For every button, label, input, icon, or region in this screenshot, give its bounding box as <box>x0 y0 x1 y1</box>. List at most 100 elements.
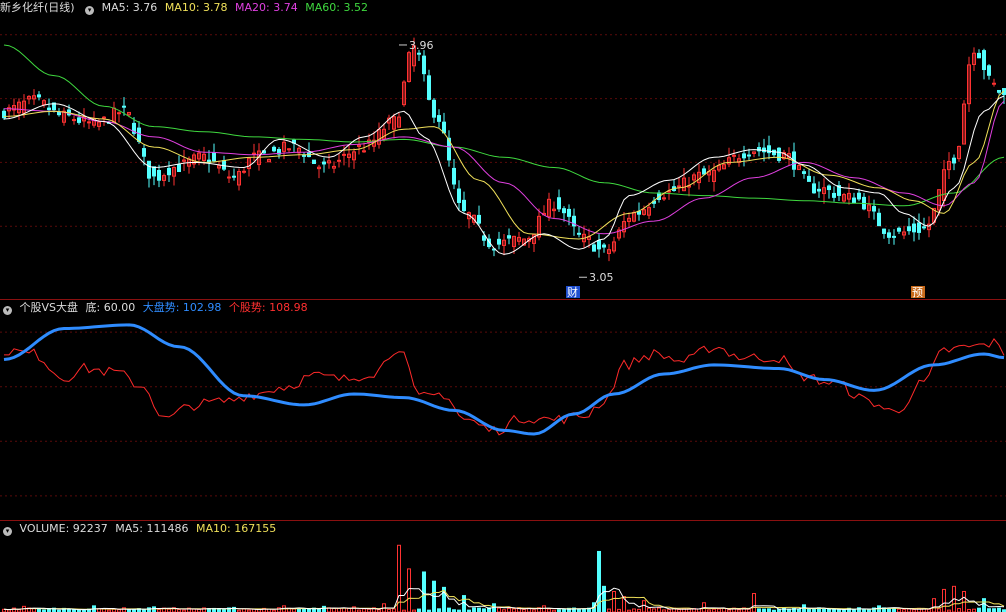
up-volume-bar <box>957 608 961 612</box>
down-candle <box>567 208 571 217</box>
down-candle <box>827 185 831 191</box>
down-candle <box>167 167 171 176</box>
down-candle <box>557 197 561 210</box>
up-volume-bar <box>932 598 936 612</box>
up-candle <box>242 170 246 173</box>
up-volume-bar <box>647 607 651 612</box>
indicator-header: ▾ 个股VS大盘 底: 60.00 大盘势: 102.98 个股势: 108.9… <box>0 300 312 316</box>
up-candle <box>117 112 121 115</box>
down-candle <box>272 146 276 152</box>
up-volume-bar <box>332 607 336 612</box>
down-candle <box>497 238 501 245</box>
down-candle <box>852 197 856 204</box>
up-candle <box>342 153 346 156</box>
down-candle <box>232 175 236 178</box>
down-volume-bar <box>322 605 326 612</box>
up-candle <box>677 185 681 188</box>
down-candle <box>47 107 51 111</box>
down-volume-bar <box>977 607 981 612</box>
down-candle <box>577 232 581 235</box>
collapse-toggle-icon[interactable]: ▾ <box>3 306 12 315</box>
down-candle <box>37 94 41 98</box>
down-candle <box>147 160 151 179</box>
down-candle <box>997 89 1001 93</box>
down-candle <box>142 148 146 157</box>
down-candle <box>892 235 896 238</box>
up-volume-bar <box>752 593 756 612</box>
down-candle <box>422 55 426 75</box>
down-volume-bar <box>982 598 986 612</box>
up-volume-bar <box>657 607 661 612</box>
low-label: 3.05 <box>589 271 614 284</box>
up-candle <box>227 176 231 179</box>
down-candle <box>877 212 881 227</box>
down-volume-bar <box>147 607 151 612</box>
down-candle <box>952 157 956 164</box>
down-candle <box>322 161 326 165</box>
down-candle <box>742 153 746 159</box>
volume-value: VOLUME: 92237 <box>19 522 108 535</box>
up-candle <box>102 116 106 119</box>
volume-ma5-value: MA5: 111486 <box>115 522 189 535</box>
collapse-toggle-icon[interactable]: ▾ <box>3 527 12 536</box>
down-candle <box>832 192 836 198</box>
down-candle <box>597 240 601 250</box>
down-candle <box>462 199 466 212</box>
down-candle <box>907 226 911 232</box>
down-volume-bar <box>997 607 1001 612</box>
price-header: 新乡化纤(日线) ▾ MA5: 3.76 MA10: 3.78 MA20: 3.… <box>0 0 372 16</box>
down-candle <box>562 208 566 214</box>
down-volume-bar <box>857 607 861 612</box>
bottom-value: 底: 60.00 <box>85 301 136 314</box>
down-candle <box>417 52 421 55</box>
up-volume-bar <box>642 600 646 612</box>
down-candle <box>777 147 781 161</box>
up-volume-bar <box>612 590 616 612</box>
down-candle <box>602 244 606 248</box>
volume-ma10-value: MA10: 167155 <box>195 522 277 535</box>
down-candle <box>922 226 926 229</box>
down-candle <box>857 192 861 200</box>
down-candle <box>747 154 751 157</box>
down-candle <box>897 227 901 232</box>
indicator-name: 个股VS大盘 <box>19 301 79 314</box>
down-candle <box>77 117 81 123</box>
ma60-value: MA60: 3.52 <box>305 1 368 14</box>
down-candle <box>817 188 821 192</box>
down-candle <box>452 167 456 185</box>
down-candle <box>222 160 226 170</box>
volume-panel: ▾ VOLUME: 92237 MA5: 111486 MA10: 167155 <box>0 521 1006 612</box>
down-candle <box>477 214 481 224</box>
down-candle <box>592 244 596 252</box>
market-trend-line <box>3 323 1005 436</box>
down-candle <box>507 235 511 239</box>
price-chart[interactable]: 3.96 3.05 财 预 <box>0 0 1006 299</box>
ma5-value: MA5: 3.76 <box>101 1 158 14</box>
up-candle <box>992 82 996 85</box>
down-candle <box>122 105 126 108</box>
up-volume-bar <box>337 607 341 612</box>
down-candle <box>872 206 876 212</box>
earnings-badge-label: 财 <box>567 285 578 299</box>
up-candle <box>72 119 76 122</box>
up-candle <box>252 152 256 155</box>
down-candle <box>977 52 981 59</box>
down-candle <box>812 183 816 194</box>
collapse-toggle-icon[interactable]: ▾ <box>85 6 95 15</box>
down-candle <box>457 188 461 203</box>
down-candle <box>702 168 706 175</box>
high-label: 3.96 <box>409 39 434 52</box>
indicator-panel: ▾ 个股VS大盘 底: 60.00 大盘势: 102.98 个股势: 108.9… <box>0 300 1006 520</box>
indicator-chart[interactable] <box>0 300 1006 520</box>
price-panel: 新乡化纤(日线) ▾ MA5: 3.76 MA10: 3.78 MA20: 3.… <box>0 0 1006 299</box>
up-volume-bar <box>942 588 946 612</box>
down-candle <box>427 75 431 100</box>
down-volume-bar <box>602 585 606 612</box>
volume-header: ▾ VOLUME: 92237 MA5: 111486 MA10: 167155 <box>0 521 280 537</box>
down-candle <box>137 127 141 142</box>
up-volume-bar <box>347 607 351 612</box>
down-candle <box>437 115 441 122</box>
market-trend-value: 大盘势: 102.98 <box>142 301 222 314</box>
down-candle <box>482 235 486 241</box>
down-candle <box>917 222 921 233</box>
